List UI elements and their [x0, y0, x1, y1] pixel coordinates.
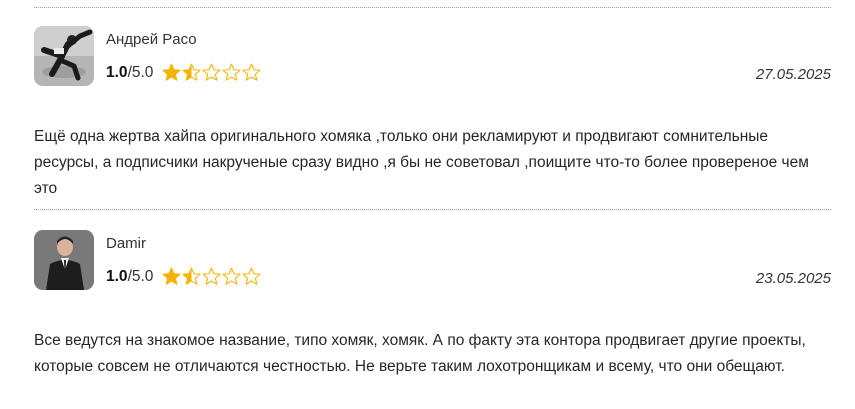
- review-date: 23.05.2025: [755, 270, 831, 287]
- author-name: Андрей Pасо: [106, 31, 197, 48]
- author-name: Damir: [106, 235, 146, 252]
- empty-star-icon: [242, 63, 261, 81]
- separator-middle: [34, 209, 831, 210]
- rating: 1.0/5.0: [106, 267, 261, 286]
- star-icon: [162, 267, 181, 285]
- review-date: 27.05.2025: [755, 66, 831, 83]
- rating: 1.0/5.0: [106, 63, 261, 82]
- empty-star-icon: [222, 63, 241, 81]
- avatar[interactable]: [34, 230, 94, 290]
- rating-max: /5.0: [127, 63, 154, 81]
- half-star-icon: [182, 63, 201, 81]
- star-rating: [162, 267, 261, 286]
- empty-star-icon: [242, 267, 261, 285]
- rating-score: 1.0: [106, 63, 128, 81]
- empty-star-icon: [202, 267, 221, 285]
- review-text: Ещё одна жертва хайпа оригинального хомя…: [34, 128, 809, 197]
- rating-max: /5.0: [127, 267, 154, 285]
- half-star-icon: [182, 267, 201, 285]
- separator-top: [34, 7, 831, 8]
- empty-star-icon: [202, 63, 221, 81]
- empty-star-icon: [222, 267, 241, 285]
- avatar[interactable]: [34, 26, 94, 86]
- rating-score: 1.0: [106, 267, 128, 285]
- star-rating: [162, 63, 261, 82]
- review-text: Все ведутся на знакомое название, типо х…: [34, 332, 806, 375]
- star-icon: [162, 63, 181, 81]
